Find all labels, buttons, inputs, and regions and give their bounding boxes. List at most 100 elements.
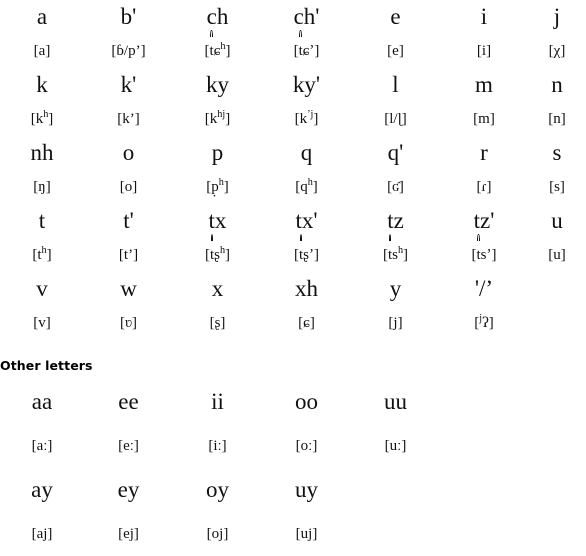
ipa-row: [ŋ] [o] [p̣h] [qh] [ʛ] [ɾ] [s]	[0, 170, 586, 204]
ipa-cell: [u]	[548, 247, 566, 263]
letter-row: ay ey oy uy	[0, 468, 586, 512]
ipa-cell: [t ʂʼ]	[262, 233, 351, 272]
letter-row: aa ee ii oo uu	[0, 380, 586, 424]
letter-cell: aa	[31, 389, 53, 414]
ipa-cell: [e]	[387, 43, 404, 59]
letter-cell: a	[36, 4, 48, 29]
ipa-cell: [iː]	[208, 438, 227, 454]
letter-cell: x	[211, 276, 224, 301]
ipa-cell: [χ]	[548, 43, 566, 59]
ipa-cell: [kh]	[30, 109, 54, 127]
ipa-cell: [aː]	[31, 438, 53, 454]
letter-cell	[440, 468, 586, 512]
ipa-cell: [ɕ]	[298, 315, 315, 331]
letter-cell: k'	[120, 72, 137, 97]
letter-cell: ky'	[292, 72, 321, 97]
ipa-row: [aː] [eː] [iː] [oː] [uː]	[0, 424, 586, 468]
letter-cell: nh	[30, 140, 54, 165]
letter-cell: j	[553, 4, 561, 29]
letter-cell: u	[551, 208, 563, 233]
letter-cell: xh	[295, 276, 318, 301]
ipa-cell: [ʋ]	[119, 315, 138, 331]
letter-cell	[528, 272, 586, 306]
ipa-cell: [ʂ]	[209, 315, 226, 331]
ipa-cell: [k’]	[117, 111, 140, 127]
letter-cell: '/’	[474, 276, 494, 301]
ipa-cell: [o]	[119, 179, 138, 195]
letter-cell	[440, 380, 586, 424]
ipa-cell: [th]	[32, 245, 52, 263]
ipa-cell	[351, 512, 440, 556]
letter-cell: tx'	[295, 208, 318, 233]
ipa-cell: [t sʼ]	[440, 233, 528, 272]
letter-cell: i	[480, 4, 488, 29]
letter-cell: p	[211, 140, 224, 165]
ipa-cell	[528, 306, 586, 340]
ipa-cell: [ej]	[118, 526, 139, 542]
ipa-cell: [ɾ]	[476, 179, 492, 195]
letter-cell: w	[120, 276, 137, 301]
letter-cell: o	[122, 140, 135, 165]
ipa-row: [aj] [ej] [oj] [uj]	[0, 512, 586, 556]
letter-cell: m	[475, 72, 493, 97]
ipa-cell: [j]	[388, 315, 403, 331]
letter-cell: oo	[295, 389, 318, 414]
ipa-cell: [khj]	[204, 109, 231, 127]
letter-cell: t'	[123, 208, 134, 233]
ipa-cell: [ʛ]	[387, 179, 404, 195]
letter-cell: r	[480, 140, 488, 165]
letter-cell: ch'	[293, 4, 320, 29]
letter-row: k k' ky ky' l m n	[0, 68, 586, 102]
ipa-cell: [jʔ]	[474, 313, 494, 331]
ipa-cell: [i]	[476, 43, 492, 59]
ipa-row: [v] [ʋ] [ʂ] [ɕ] [j] [jʔ]	[0, 306, 586, 340]
ipa-cell: [kʼj]	[294, 109, 319, 127]
ipa-cell: [l/ɭ]	[384, 111, 407, 127]
ipa-cell: [t ʂh]	[173, 233, 262, 272]
ipa-cell: [qh]	[295, 177, 318, 195]
ipa-cell: [n]	[548, 111, 566, 127]
letter-cell: n	[551, 72, 563, 97]
ipa-cell: [m]	[473, 111, 495, 127]
ipa-cell: [a]	[33, 43, 51, 59]
ipa-row: [kh] [k’] [khj] [kʼj] [l/ɭ] [m] [n]	[0, 102, 586, 136]
letter-cell	[351, 468, 440, 512]
ipa-cell: [s]	[549, 179, 565, 195]
letter-cell: tz'	[473, 208, 495, 233]
letter-cell: ey	[117, 477, 140, 502]
letter-cell: uy	[295, 477, 318, 502]
ipa-cell: [t ɕh]	[173, 29, 262, 68]
letter-cell: ee	[118, 389, 139, 414]
ipa-cell: [aj]	[31, 526, 53, 542]
ipa-cell	[440, 512, 586, 556]
other-letters-heading: Other letters	[0, 358, 93, 373]
ipa-row: [a] [ɓ/p’] [t ɕh] [t ɕʼ] [e] [i] [χ]	[0, 29, 586, 68]
letter-row: a b' ch ch' e i j	[0, 0, 586, 34]
letter-cell: tx	[208, 208, 227, 233]
ipa-cell: [p̣h]	[206, 177, 229, 195]
ipa-cell: [ŋ]	[33, 179, 51, 195]
letter-cell: b'	[120, 4, 137, 29]
letter-cell: l	[392, 72, 399, 97]
ipa-cell: [t’]	[118, 247, 139, 263]
letter-cell: s	[552, 140, 562, 165]
letter-cell: v	[36, 276, 48, 301]
other-letters-section: aa ee ii oo uu [aː] [eː] [iː] [oː] [uː] …	[0, 380, 586, 556]
letter-row: v w x xh y '/’	[0, 272, 586, 306]
letter-cell: q'	[387, 140, 404, 165]
letter-cell: ii	[211, 389, 224, 414]
letter-cell: tz	[387, 208, 404, 233]
letter-row: nh o p q q' r s	[0, 136, 586, 170]
other-letters-table: aa ee ii oo uu [aː] [eː] [iː] [oː] [uː] …	[0, 380, 586, 556]
ipa-cell: [t ɕʼ]	[262, 29, 351, 68]
letter-cell: ky	[206, 72, 229, 97]
alphabet-chart: a b' ch ch' e i j [a] [ɓ/p’] [t ɕh] [t ɕʼ]…	[0, 0, 586, 543]
ipa-cell: [oː]	[295, 438, 318, 454]
ipa-cell: [uj]	[295, 526, 318, 542]
letter-cell: q	[300, 140, 313, 165]
main-alphabet-table: a b' ch ch' e i j [a] [ɓ/p’] [t ɕh] [t ɕʼ]…	[0, 0, 586, 340]
ipa-cell: [uː]	[384, 438, 407, 454]
ipa-cell	[440, 424, 586, 468]
letter-cell: ch	[206, 4, 229, 29]
ipa-cell: [v]	[33, 315, 51, 331]
